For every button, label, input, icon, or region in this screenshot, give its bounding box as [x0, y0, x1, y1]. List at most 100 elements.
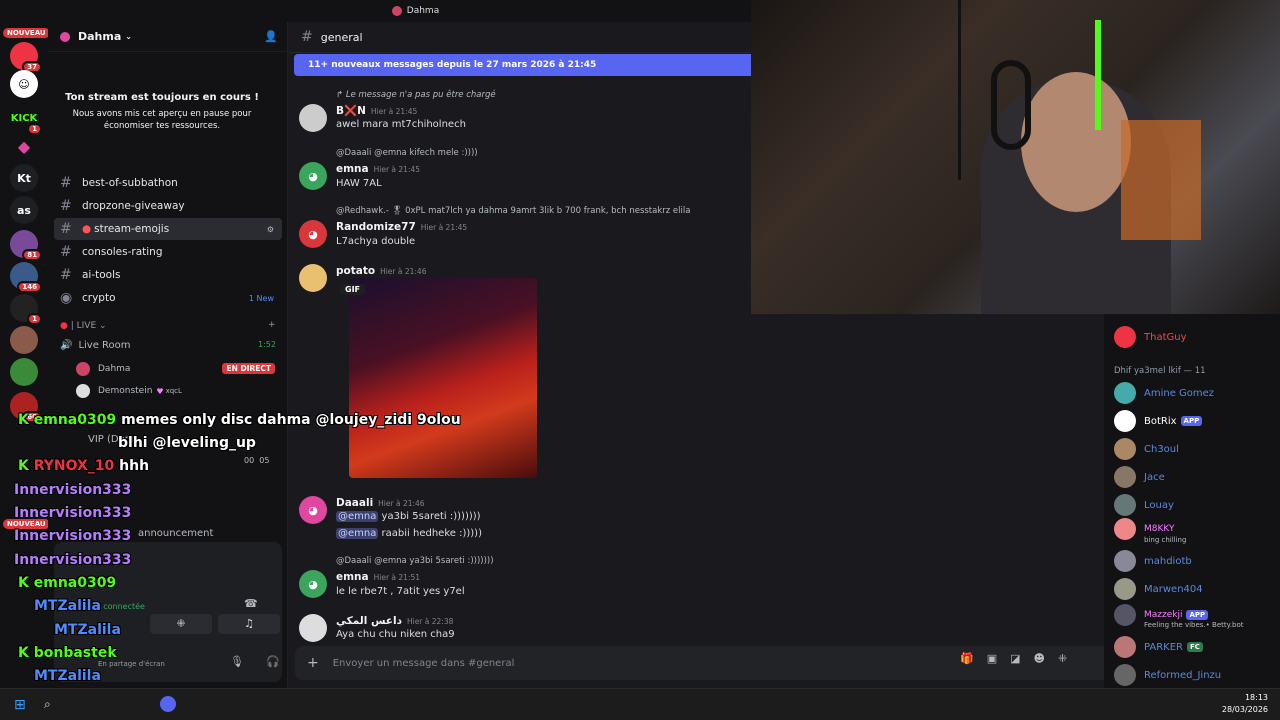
window-title: Dahma — [406, 6, 440, 16]
member-item[interactable]: Reformed_Jinzu — [1114, 664, 1221, 686]
disconnect-icon[interactable]: ☎ — [244, 597, 258, 610]
channel-label: dropzone-giveaway — [82, 200, 185, 212]
username[interactable]: Randomize77 Hier à 21:45 — [336, 221, 467, 233]
kick-icon: K — [18, 412, 29, 428]
server-icon[interactable]: ☺ — [10, 70, 38, 98]
username[interactable]: B❌N Hier à 21:45 — [336, 104, 417, 117]
stream-preview-paused: Ton stream est toujours en cours ! Nous … — [56, 62, 268, 168]
avatar[interactable] — [299, 104, 327, 132]
kick-server-icon[interactable]: KICK 1 — [10, 104, 42, 135]
channel-dropzone-giveaway[interactable]: # dropzone-giveaway — [54, 195, 282, 217]
voice-user-demonstein[interactable]: Demonstein ♥ xqcL — [76, 384, 182, 398]
headphones-icon[interactable]: 🎧 — [266, 655, 280, 668]
server-header[interactable]: Dahma ⌄ 👤 — [48, 22, 288, 52]
webcam-feed — [751, 0, 1280, 314]
gift-icon[interactable]: 🎁 — [960, 652, 974, 672]
member-item[interactable]: PARKER FC — [1114, 636, 1203, 658]
reply-preview[interactable]: @Daaali @emna kifech mele :)))) — [336, 148, 478, 158]
category-label: | LIVE — [70, 321, 97, 331]
mention[interactable]: @emna — [336, 511, 379, 522]
category-live[interactable]: ● | LIVE ⌄ — [60, 321, 107, 331]
unread-badge: 81 — [22, 249, 42, 261]
timestamp: Hier à 22:38 — [406, 617, 454, 626]
username[interactable]: Daaali Hier à 21:46 — [336, 497, 425, 509]
overlay-line: MTZalila — [54, 622, 121, 638]
username[interactable]: emna Hier à 21:45 — [336, 163, 420, 175]
username[interactable]: potato Hier à 21:46 — [336, 265, 426, 277]
overlay-line: K RYNOX_10 hhh — [18, 458, 150, 474]
member-item[interactable]: Jace — [1114, 466, 1165, 488]
channel-announcement[interactable]: announcement — [138, 528, 213, 539]
new-badge: NOUVEAU — [3, 28, 50, 38]
gif-image[interactable] — [349, 278, 537, 478]
message-text: awel mara mt7chiholnech — [336, 119, 466, 130]
timestamp: Hier à 21:45 — [420, 223, 468, 232]
server-icon[interactable] — [10, 358, 38, 386]
member-status: Feeling the vibes.• Betty.bot — [1144, 621, 1244, 629]
member-item[interactable]: Louay — [1114, 494, 1174, 516]
add-channel-icon[interactable]: + — [268, 320, 276, 330]
member-item[interactable]: BotRix APP — [1114, 410, 1203, 432]
member-thatguy[interactable]: ThatGuy — [1114, 326, 1187, 348]
activities-button[interactable]: ⁜ — [150, 614, 212, 634]
soundboard-button[interactable]: ♫ — [218, 614, 280, 634]
avatar[interactable] — [299, 614, 327, 642]
channel-consoles-rating[interactable]: # consoles-rating — [54, 241, 282, 263]
discord-avatar-icon[interactable]: ◕ — [299, 220, 327, 248]
member-item[interactable]: mahdiotb — [1114, 550, 1192, 572]
search-icon[interactable]: ⌕ — [44, 697, 51, 712]
discord-avatar-icon[interactable]: ◕ — [299, 162, 327, 190]
chevron-down-icon: ⌄ — [125, 32, 132, 41]
server-icon[interactable]: ◆ — [10, 132, 38, 160]
server-icon[interactable]: 1 — [10, 294, 42, 325]
server-avatar-icon — [391, 6, 402, 16]
message-input[interactable]: Envoyer un message dans #general — [333, 658, 515, 669]
server-icon[interactable]: 146 — [10, 262, 42, 293]
username[interactable]: emna Hier à 21:51 — [336, 571, 420, 583]
reply-preview[interactable]: ↱ Le message n'a pas pu être chargé — [336, 90, 496, 100]
server-icon[interactable] — [10, 326, 38, 354]
hash-icon: # — [60, 221, 72, 237]
overlay-line: Innervision333 — [14, 528, 132, 544]
avatar[interactable] — [299, 264, 327, 292]
server-icon[interactable]: 81 — [10, 230, 42, 261]
reply-preview[interactable]: @Redhawk.- 🎖 0xPL mat7lch ya dahma 9amrt… — [336, 206, 690, 216]
sticker-icon[interactable]: ◪ — [1010, 652, 1020, 672]
member-item[interactable]: Amine Gomez — [1114, 382, 1214, 404]
channel-header: # general — [289, 22, 751, 53]
bookshelf — [791, 0, 961, 180]
avatar — [76, 384, 90, 398]
discord-avatar-icon[interactable]: ◕ — [299, 570, 327, 598]
reply-preview[interactable]: @Daaali @emna ya3bi 5sareti :))))))) — [336, 556, 494, 566]
settings-icon[interactable]: ⚙ — [267, 225, 274, 234]
discord-avatar-icon[interactable]: ◕ — [299, 496, 327, 524]
member-item[interactable]: Marwen404 — [1114, 578, 1203, 600]
channel-ai-tools[interactable]: # ai-tools — [54, 264, 282, 286]
gif-icon[interactable]: ▣ — [987, 652, 997, 672]
plus-icon[interactable]: + — [307, 655, 319, 671]
apps-icon[interactable]: ⁜ — [1058, 652, 1067, 672]
microphone-icon[interactable]: 🎙 — [230, 655, 244, 668]
add-member-icon[interactable]: 👤 — [264, 30, 278, 43]
message-composer[interactable]: + Envoyer un message dans #general — [295, 646, 799, 680]
discord-taskbar-icon[interactable] — [160, 696, 176, 712]
mention[interactable]: @emna — [336, 528, 379, 539]
message-text: HAW 7AL — [336, 178, 382, 189]
voice-channel-label: Live Room — [78, 340, 131, 351]
new-messages-bar[interactable]: 11+ nouveaux messages depuis le 27 mars … — [294, 54, 751, 76]
server-icon[interactable]: 37 — [10, 42, 42, 73]
channel-best-of-subbathon[interactable]: # best-of-subbathon — [54, 172, 282, 194]
speaker-icon: 🔊 — [60, 340, 73, 351]
voice-user-dahma[interactable]: Dahma — [76, 362, 130, 376]
server-icon-as[interactable]: as — [10, 196, 38, 224]
channel-stream-emojis[interactable]: # ● stream-emojis ⚙ — [54, 218, 282, 240]
message-text: L7achya double — [336, 236, 416, 247]
server-icon-kt[interactable]: Kt — [10, 164, 38, 192]
emoji-icon[interactable]: ☻ — [1034, 652, 1045, 672]
channel-crypto[interactable]: ◉ crypto 1 New — [54, 287, 282, 309]
username[interactable]: داعس المكي Hier à 22:38 — [336, 615, 453, 627]
member-item[interactable]: Ch3oul — [1114, 438, 1179, 460]
screen-share-status: En partage d'écran — [98, 660, 165, 668]
windows-start-icon[interactable]: ⊞ — [14, 697, 26, 713]
voice-channel-live-room[interactable]: 🔊 Live Room — [60, 340, 131, 351]
